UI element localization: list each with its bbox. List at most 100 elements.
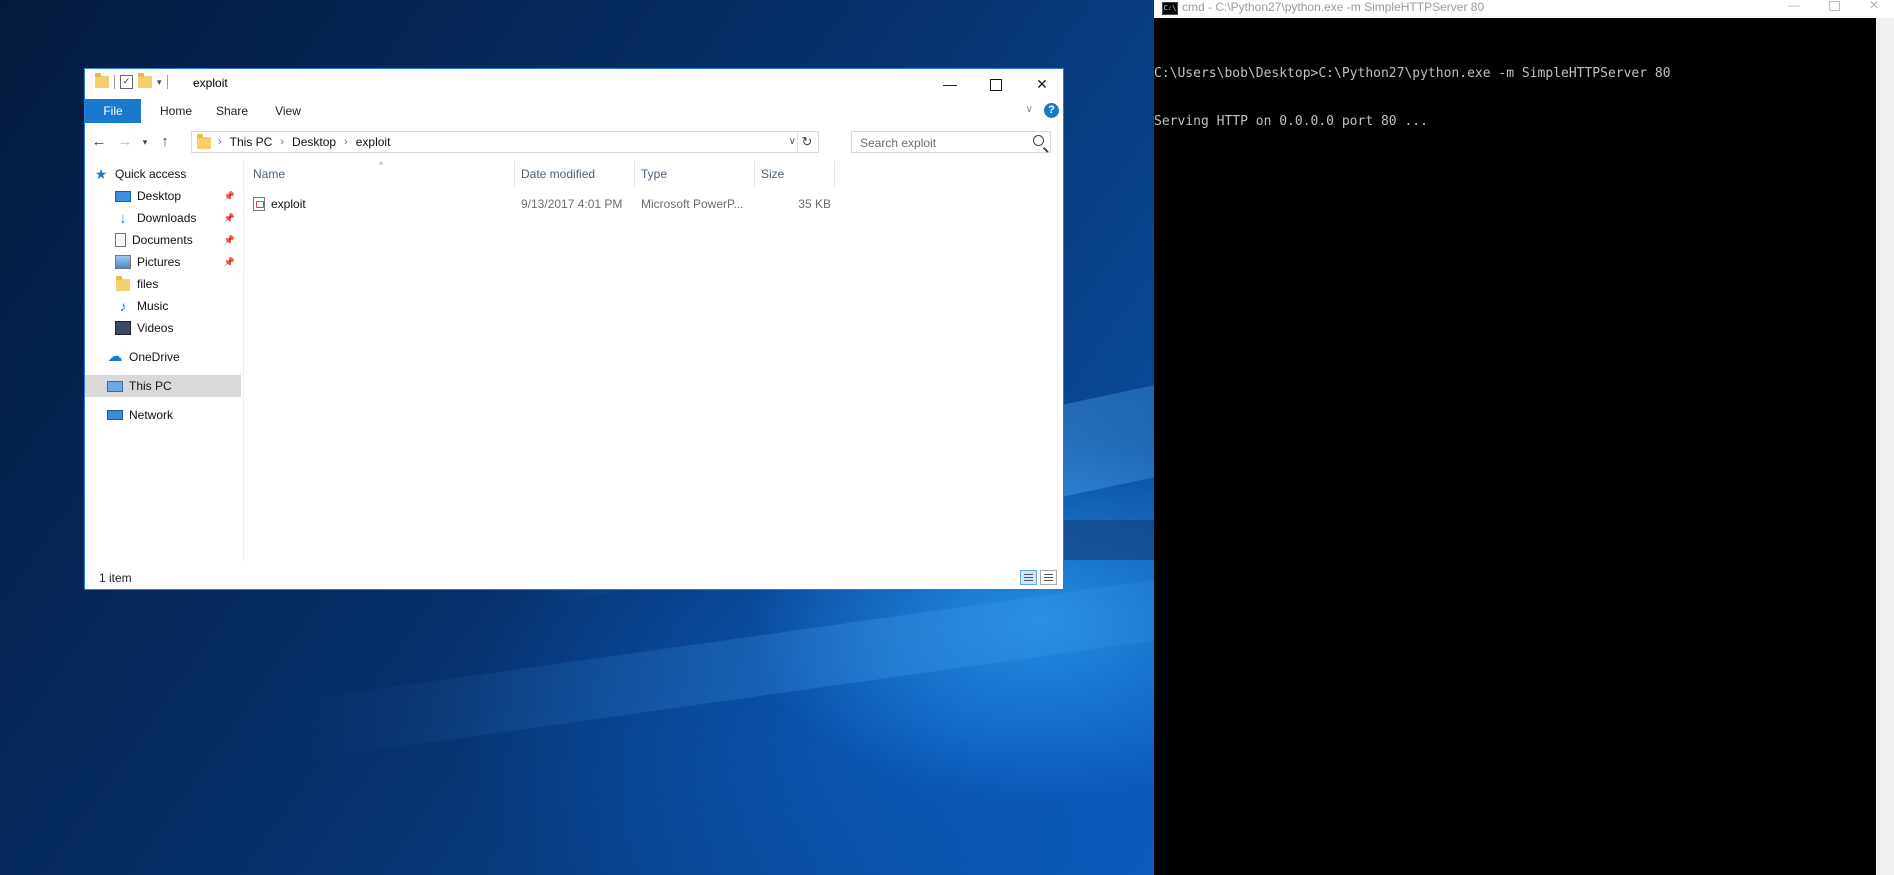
details-view-button[interactable] <box>1020 570 1037 585</box>
column-header-size[interactable]: Size <box>755 161 835 187</box>
console-maximize-button[interactable] <box>1814 0 1854 14</box>
sidebar-item-label: Desktop <box>137 189 182 203</box>
sidebar-item-label: Pictures <box>137 255 181 269</box>
wallpaper-shadow-band <box>1050 520 1170 560</box>
large-icons-view-button[interactable] <box>1040 570 1057 585</box>
tab-file[interactable]: File <box>85 99 141 123</box>
file-explorer-window: ✓ ▾ exploit — ✕ File Home Share View ∨ ?… <box>84 68 1064 590</box>
documents-icon <box>115 233 126 247</box>
customize-toolbar-icon[interactable]: ▾ <box>157 77 162 88</box>
file-size: 35 KB <box>798 197 831 211</box>
title-bar[interactable]: ✓ ▾ exploit — ✕ <box>85 69 1063 99</box>
breadcrumb-this-pc[interactable]: This PC <box>230 132 273 152</box>
column-header-label: Name <box>253 167 286 181</box>
column-header-date-modified[interactable]: Date modified <box>515 161 635 187</box>
file-date-modified: 9/13/2017 4:01 PM <box>521 197 623 211</box>
pane-divider[interactable] <box>243 161 244 561</box>
sidebar-item-label: Network <box>129 408 174 422</box>
breadcrumb-separator: › <box>218 136 222 148</box>
pin-icon[interactable]: 📌 <box>224 207 235 229</box>
help-icon[interactable]: ? <box>1044 103 1059 118</box>
new-folder-icon[interactable] <box>138 73 152 88</box>
search-icon[interactable] <box>1033 135 1044 146</box>
sidebar-item-label: OneDrive <box>129 350 180 364</box>
up-button[interactable]: ↑ <box>155 132 175 152</box>
star-icon: ★ <box>94 166 108 182</box>
folder-icon <box>115 276 131 291</box>
toolbar-separator <box>166 75 168 89</box>
breadcrumb-separator[interactable]: › <box>280 132 284 152</box>
folder-icon <box>197 134 211 149</box>
navigation-pane: ★ Quick access Desktop 📌 ↓ Downloads 📌 D… <box>85 161 241 561</box>
powerpoint-file-icon <box>253 197 265 211</box>
console-line: C:\Users\bob\Desktop>C:\Python27\python.… <box>1154 66 1671 81</box>
cloud-icon: ☁ <box>107 348 123 365</box>
sidebar-item-label: Music <box>137 299 169 313</box>
sidebar-item-label: This PC <box>129 379 172 393</box>
file-list: ^ Name Date modified Type Size exploit 9… <box>247 160 1057 561</box>
tab-home[interactable]: Home <box>151 99 201 123</box>
quick-access-toolbar: ✓ ▾ <box>95 73 168 89</box>
network-icon <box>107 410 123 420</box>
search-input[interactable] <box>858 134 1022 152</box>
search-box[interactable] <box>851 131 1051 153</box>
ribbon-tabs: File Home Share View ∨ ? <box>85 99 1063 123</box>
sidebar-item-files[interactable]: files <box>85 273 241 295</box>
sidebar-item-network[interactable]: Network <box>85 404 241 426</box>
refresh-button[interactable]: ↻ <box>797 132 816 152</box>
download-icon: ↓ <box>119 210 127 226</box>
console-output[interactable]: C:\Users\bob\Desktop>C:\Python27\python.… <box>1154 34 1874 162</box>
maximize-button[interactable] <box>973 69 1019 99</box>
sidebar-item-this-pc[interactable]: This PC <box>85 375 241 397</box>
back-button[interactable]: ← <box>89 132 109 152</box>
minimize-button[interactable]: — <box>927 69 973 99</box>
column-header-type[interactable]: Type <box>635 161 755 187</box>
console-title-bar[interactable]: C:\ cmd - C:\Python27\python.exe -m Simp… <box>1154 0 1894 18</box>
console-minimize-button[interactable]: — <box>1774 0 1814 14</box>
console-title: cmd - C:\Python27\python.exe -m SimpleHT… <box>1182 0 1485 14</box>
sidebar-item-quick-access[interactable]: ★ Quick access <box>93 163 249 185</box>
sidebar-item-label: Downloads <box>137 211 197 225</box>
address-history-chevron-icon[interactable]: ∨ <box>789 132 796 152</box>
window-title: exploit <box>193 76 228 90</box>
address-bar[interactable]: › This PC › Desktop › exploit ∨ ↻ <box>191 131 819 153</box>
command-prompt-window[interactable]: C:\ cmd - C:\Python27\python.exe -m Simp… <box>1154 0 1894 875</box>
sidebar-item-documents[interactable]: Documents 📌 <box>85 229 241 251</box>
breadcrumb-separator[interactable]: › <box>344 132 348 152</box>
file-row[interactable]: exploit 9/13/2017 4:01 PM Microsoft Powe… <box>247 193 835 215</box>
item-count: 1 item <box>99 571 132 585</box>
tab-view[interactable]: View <box>265 99 311 123</box>
desktop-icon <box>115 191 131 202</box>
console-scrollbar[interactable] <box>1876 18 1894 875</box>
pin-icon[interactable]: 📌 <box>224 185 235 207</box>
pictures-icon <box>115 255 131 269</box>
breadcrumb: › This PC › Desktop › exploit <box>218 132 390 152</box>
sidebar-item-music[interactable]: ♪ Music <box>85 295 241 317</box>
recent-locations-chevron-icon[interactable]: ▾ <box>135 132 155 152</box>
sidebar-item-label: Videos <box>137 321 174 335</box>
tab-share[interactable]: Share <box>207 99 257 123</box>
music-icon: ♪ <box>119 298 127 314</box>
sort-ascending-icon: ^ <box>379 160 384 170</box>
sidebar-item-pictures[interactable]: Pictures 📌 <box>85 251 241 273</box>
sidebar-item-videos[interactable]: Videos <box>85 317 241 339</box>
sidebar-item-desktop[interactable]: Desktop 📌 <box>85 185 241 207</box>
pin-icon[interactable]: 📌 <box>224 251 235 273</box>
breadcrumb-exploit[interactable]: exploit <box>356 132 391 152</box>
sidebar-item-onedrive[interactable]: ☁ OneDrive <box>85 346 241 368</box>
forward-button[interactable]: → <box>115 132 135 152</box>
maximize-icon <box>1828 0 1840 11</box>
console-app-icon: C:\ <box>1162 2 1178 15</box>
toolbar-separator <box>114 75 115 89</box>
column-header-name[interactable]: ^ Name <box>247 160 515 187</box>
pin-icon[interactable]: 📌 <box>224 229 235 251</box>
computer-icon <box>107 380 123 392</box>
folder-icon <box>95 73 109 88</box>
videos-icon <box>115 321 131 335</box>
properties-icon[interactable]: ✓ <box>120 75 133 89</box>
close-button[interactable]: ✕ <box>1019 69 1065 99</box>
console-close-button[interactable]: ✕ <box>1854 0 1894 14</box>
sidebar-item-downloads[interactable]: ↓ Downloads 📌 <box>85 207 241 229</box>
expand-ribbon-chevron-icon[interactable]: ∨ <box>1026 104 1033 115</box>
breadcrumb-desktop[interactable]: Desktop <box>292 132 336 152</box>
